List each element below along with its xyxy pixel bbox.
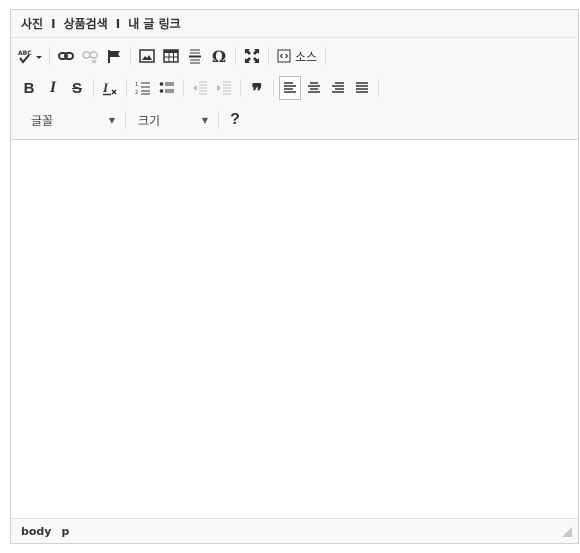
spellcheck-button[interactable]: ABC	[18, 44, 44, 68]
toolbar-separator	[378, 79, 379, 97]
image-button[interactable]	[136, 44, 158, 68]
numbered-list-button[interactable]: 1 2	[132, 76, 154, 100]
chevron-down-icon: ▼	[201, 115, 208, 125]
chevron-down-icon: ▼	[108, 115, 115, 125]
svg-text:1: 1	[135, 82, 138, 88]
italic-icon: I	[49, 79, 57, 96]
editor-toolbar: ABC Ω 소스 B I S I 1 2 ❞ 글꼴 ▼ 크기 ▼ ?	[11, 38, 578, 140]
align-left-icon	[284, 82, 296, 93]
toolbar-separator	[126, 79, 127, 97]
my-post-link[interactable]: 내 글 링크	[128, 15, 181, 32]
svg-text:I: I	[102, 80, 109, 95]
table-button[interactable]	[160, 44, 182, 68]
font-family-label: 글꼴	[31, 113, 54, 128]
unlink-icon	[82, 51, 98, 64]
toolbar-separator	[93, 79, 94, 97]
align-left-button[interactable]	[279, 76, 301, 100]
bulleted-list-button[interactable]	[156, 76, 178, 100]
numbered-list-icon: 1 2	[135, 82, 150, 96]
toolbar-separator	[49, 47, 50, 65]
toolbar-row-2: B I S I 1 2 ❞	[17, 72, 572, 104]
path-item-p[interactable]: p	[61, 525, 69, 538]
align-center-icon	[308, 82, 320, 93]
maximize-icon	[245, 49, 259, 63]
horizontal-rule-icon	[189, 49, 201, 64]
align-right-button[interactable]	[327, 76, 349, 100]
source-label: 소스	[295, 49, 318, 64]
outdent-button[interactable]	[189, 76, 211, 100]
toolbar-separator	[235, 47, 236, 65]
bulleted-list-icon	[159, 82, 174, 93]
blockquote-button[interactable]: ❞	[246, 76, 268, 103]
align-right-icon	[332, 82, 344, 93]
align-center-button[interactable]	[303, 76, 325, 100]
svg-text:ABC: ABC	[18, 50, 32, 57]
bold-icon: B	[23, 79, 35, 97]
quote-icon: ❞	[251, 79, 263, 103]
separator: I	[51, 16, 56, 31]
toolbar-separator	[325, 47, 327, 65]
italic-button[interactable]: I	[42, 76, 64, 100]
separator: I	[115, 16, 121, 31]
remove-format-button[interactable]: I	[99, 76, 121, 100]
toolbar-separator	[125, 111, 126, 129]
indent-button[interactable]	[213, 76, 235, 100]
font-size-select[interactable]: 크기 ▼	[130, 109, 214, 131]
rich-text-editor: 사진 I 상품검색 I 내 글 링크 ABC Ω 소스 B I S I 1 2 …	[10, 9, 579, 544]
link-icon	[58, 52, 74, 60]
product-search-link[interactable]: 상품검색	[64, 15, 108, 32]
outdent-icon	[193, 81, 207, 95]
toolbar-separator	[130, 47, 131, 65]
font-size-label: 크기	[138, 113, 161, 128]
toolbar-separator	[183, 79, 184, 97]
maximize-button[interactable]	[241, 44, 263, 68]
toolbar-row-3: 글꼴 ▼ 크기 ▼ ?	[17, 104, 572, 136]
toolbar-separator	[218, 111, 219, 129]
strike-button[interactable]: S	[66, 76, 88, 100]
align-justify-icon	[356, 82, 368, 93]
spellcheck-icon: ABC	[18, 50, 42, 64]
resize-handle-icon[interactable]	[562, 527, 572, 537]
toolbar-separator	[273, 79, 274, 97]
help-icon: ?	[230, 111, 240, 128]
path-item-body[interactable]: body	[21, 525, 51, 538]
unlink-button[interactable]	[79, 44, 101, 68]
omega-icon: Ω	[211, 46, 227, 66]
special-char-button[interactable]: Ω	[208, 44, 230, 68]
editor-top-links: 사진 I 상품검색 I 내 글 링크	[11, 10, 578, 38]
indent-icon	[217, 81, 231, 95]
svg-text:2: 2	[135, 90, 138, 96]
source-icon	[277, 49, 291, 63]
help-button[interactable]: ?	[224, 108, 246, 132]
table-icon	[163, 49, 179, 63]
anchor-button[interactable]	[103, 44, 125, 68]
strikethrough-icon: S	[71, 79, 82, 97]
toolbar-row-1: ABC Ω 소스	[17, 40, 572, 72]
editor-content-area[interactable]	[11, 140, 578, 518]
link-button[interactable]	[55, 44, 77, 68]
source-button[interactable]: 소스	[274, 44, 320, 68]
justify-button[interactable]	[351, 76, 373, 100]
font-family-select[interactable]: 글꼴 ▼	[23, 109, 121, 131]
flag-icon	[108, 50, 120, 63]
toolbar-separator	[268, 47, 269, 65]
horizontal-line-button[interactable]	[184, 44, 206, 68]
clear-format-icon: I	[102, 80, 117, 96]
photo-link[interactable]: 사진	[21, 15, 43, 32]
toolbar-separator	[240, 79, 241, 97]
image-icon	[139, 49, 155, 63]
element-path-bar: body p	[11, 518, 578, 543]
bold-button[interactable]: B	[18, 76, 40, 100]
